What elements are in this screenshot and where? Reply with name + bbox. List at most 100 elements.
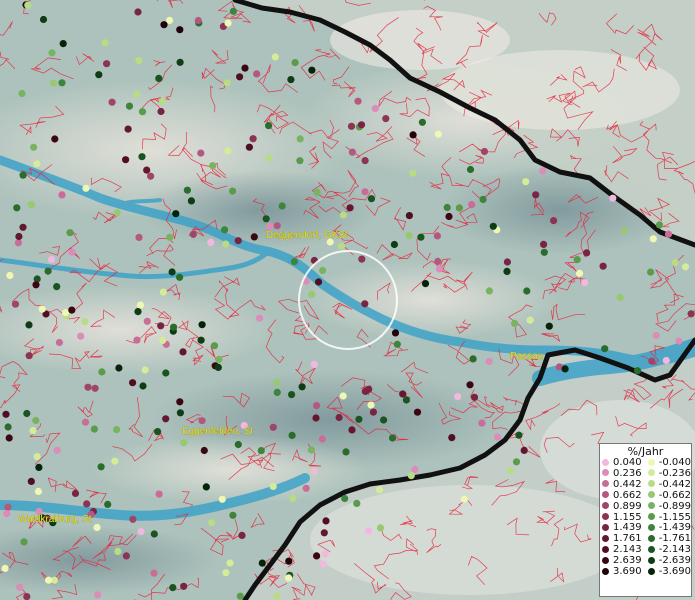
station-dot[interactable] [367, 401, 375, 409]
station-dot[interactable] [172, 210, 180, 218]
station-dot[interactable] [417, 233, 425, 241]
station-dot[interactable] [313, 188, 321, 196]
station-dot[interactable] [308, 66, 316, 74]
station-dot[interactable] [155, 74, 163, 82]
station-dot[interactable] [250, 233, 258, 241]
station-dot[interactable] [141, 366, 149, 374]
station-dot[interactable] [561, 365, 569, 373]
station-dot[interactable] [189, 230, 197, 238]
station-dot[interactable] [166, 233, 174, 241]
station-dot[interactable] [33, 160, 41, 168]
station-dot[interactable] [290, 258, 298, 266]
station-dot[interactable] [104, 500, 112, 508]
station-dot[interactable] [405, 212, 413, 220]
station-dot[interactable] [662, 356, 670, 365]
station-dot[interactable] [285, 557, 293, 565]
station-dot[interactable] [269, 423, 277, 431]
station-dot[interactable] [180, 439, 188, 447]
station-dot[interactable] [245, 143, 253, 151]
station-dot[interactable] [91, 384, 99, 392]
station-dot[interactable] [194, 16, 202, 25]
station-dot[interactable] [210, 342, 219, 350]
station-dot[interactable] [198, 321, 206, 329]
station-dot[interactable] [157, 107, 165, 116]
station-dot[interactable] [68, 248, 76, 256]
station-dot[interactable] [180, 582, 188, 590]
station-dot[interactable] [84, 383, 92, 391]
station-dot[interactable] [90, 425, 98, 433]
station-dot[interactable] [265, 154, 273, 162]
station-dot[interactable] [222, 240, 230, 248]
station-dot[interactable] [133, 336, 141, 344]
station-dot[interactable] [454, 393, 462, 401]
station-dot[interactable] [455, 204, 463, 212]
station-dot[interactable] [222, 569, 230, 577]
station-dot[interactable] [32, 281, 40, 289]
station-dot[interactable] [322, 517, 330, 525]
station-dot[interactable] [434, 257, 442, 265]
station-dot[interactable] [155, 490, 163, 498]
station-dot[interactable] [545, 322, 553, 330]
station-dot[interactable] [24, 1, 32, 9]
station-dot[interactable] [108, 98, 116, 106]
station-dot[interactable] [1, 564, 9, 573]
station-dot[interactable] [197, 149, 205, 157]
station-dot[interactable] [273, 592, 281, 600]
station-dot[interactable] [391, 329, 400, 337]
station-dot[interactable] [388, 434, 397, 442]
station-dot[interactable] [27, 201, 35, 209]
station-dot[interactable] [249, 135, 257, 143]
station-dot[interactable] [308, 290, 316, 299]
station-dot[interactable] [53, 283, 61, 291]
station-dot[interactable] [407, 472, 415, 480]
station-dot[interactable] [526, 316, 534, 324]
station-dot[interactable] [5, 434, 13, 442]
station-dot[interactable] [59, 40, 67, 48]
station-dot[interactable] [150, 530, 158, 538]
station-dot[interactable] [479, 195, 487, 204]
station-dot[interactable] [51, 135, 59, 143]
station-dot[interactable] [35, 463, 43, 471]
station-dot[interactable] [512, 458, 521, 466]
station-dot[interactable] [97, 463, 105, 471]
station-dot[interactable] [271, 53, 279, 61]
station-dot[interactable] [82, 184, 90, 192]
station-dot[interactable] [39, 15, 48, 24]
station-dot[interactable] [224, 19, 232, 27]
station-dot[interactable] [135, 233, 143, 241]
station-dot[interactable] [134, 308, 142, 316]
station-dot[interactable] [288, 391, 296, 399]
station-dot[interactable] [435, 265, 443, 273]
station-dot[interactable] [409, 169, 417, 177]
station-dot[interactable] [466, 165, 475, 174]
station-dot[interactable] [32, 416, 40, 425]
station-dot[interactable] [18, 89, 26, 98]
station-dot[interactable] [236, 73, 244, 81]
station-dot[interactable] [135, 57, 143, 65]
station-dot[interactable] [285, 574, 293, 582]
station-dot[interactable] [318, 435, 326, 443]
station-dot[interactable] [371, 104, 379, 113]
station-dot[interactable] [478, 419, 486, 427]
station-dot[interactable] [652, 331, 660, 340]
station-dot[interactable] [575, 269, 584, 277]
station-dot[interactable] [143, 166, 151, 174]
station-dot[interactable] [357, 121, 366, 129]
station-dot[interactable] [25, 352, 33, 360]
station-dot[interactable] [129, 379, 137, 387]
station-dot[interactable] [380, 416, 388, 424]
station-dot[interactable] [687, 310, 695, 318]
station-dot[interactable] [599, 262, 607, 270]
station-dot[interactable] [434, 130, 442, 138]
station-dot[interactable] [23, 593, 31, 600]
station-dot[interactable] [361, 300, 369, 308]
station-dot[interactable] [197, 336, 205, 344]
station-dot[interactable] [71, 489, 80, 497]
station-dot[interactable] [361, 188, 369, 196]
station-dot[interactable] [176, 398, 184, 406]
station-dot[interactable] [485, 287, 493, 295]
station-dot[interactable] [19, 223, 27, 231]
station-dot[interactable] [298, 383, 306, 391]
station-dot[interactable] [409, 131, 417, 139]
station-dot[interactable] [655, 221, 664, 229]
